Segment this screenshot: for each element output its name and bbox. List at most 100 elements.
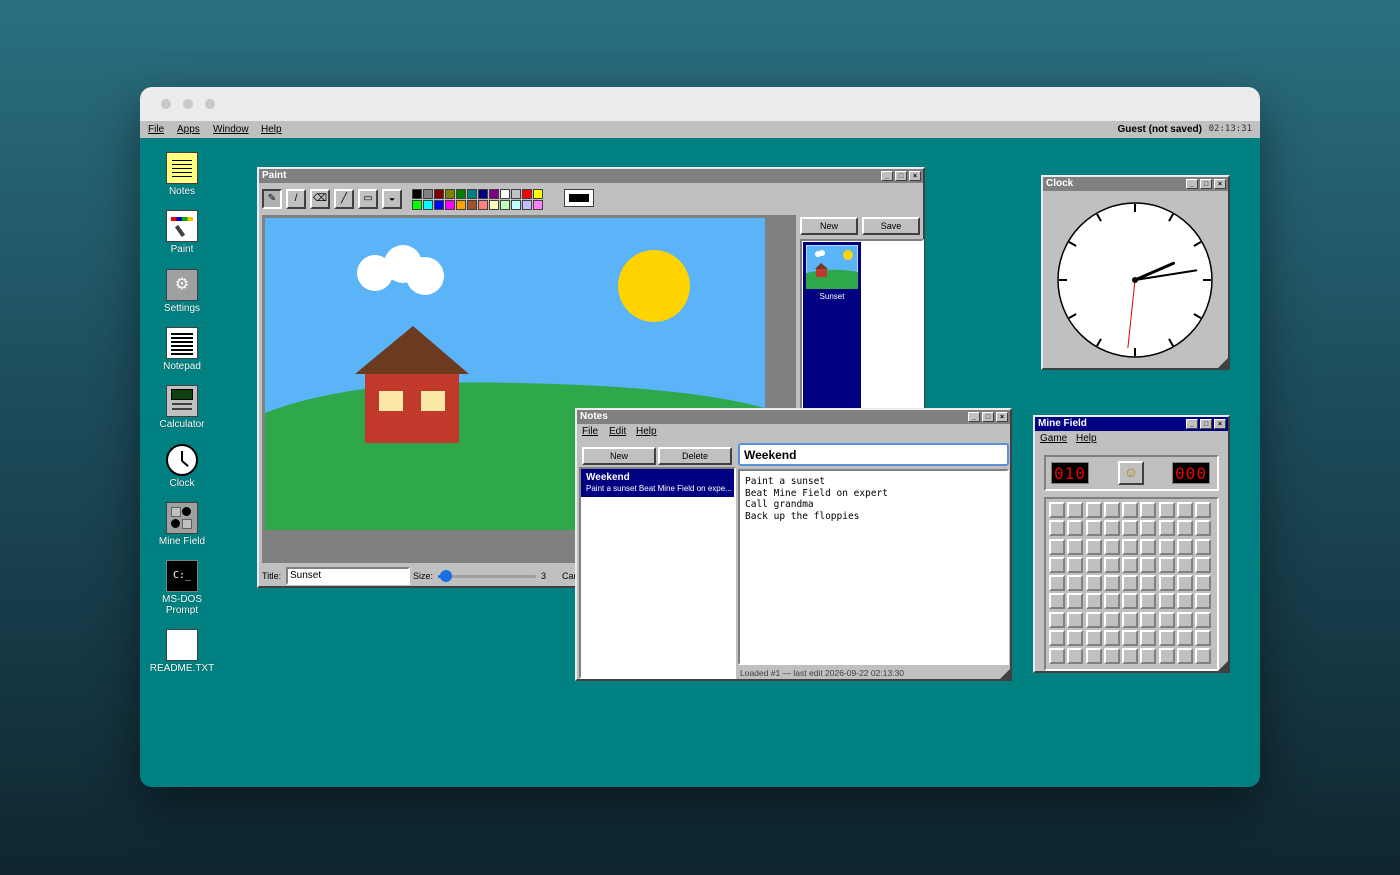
mine-cell[interactable] [1158, 611, 1175, 628]
mine-cell[interactable] [1103, 575, 1120, 592]
mine-cell[interactable] [1158, 575, 1175, 592]
mine-cell[interactable] [1140, 575, 1157, 592]
mine-cell[interactable] [1122, 575, 1139, 592]
maximize-button[interactable]: □ [895, 171, 907, 181]
minefield-titlebar[interactable]: Mine Field _ □ × [1035, 417, 1228, 431]
resize-grip[interactable] [1000, 669, 1010, 679]
line-icon[interactable]: ╱ [334, 189, 354, 209]
minimize-button[interactable]: _ [968, 412, 980, 422]
mine-cell[interactable] [1122, 630, 1139, 647]
maximize-button[interactable]: □ [982, 412, 994, 422]
mine-cell[interactable] [1122, 538, 1139, 555]
clock-titlebar[interactable]: Clock _ □ × [1043, 177, 1228, 191]
mine-cell[interactable] [1067, 502, 1084, 518]
note-title-input[interactable]: Weekend [738, 443, 1009, 466]
maximize-button[interactable]: □ [1200, 419, 1212, 429]
close-button[interactable]: × [996, 412, 1008, 422]
mine-cell[interactable] [1049, 538, 1065, 555]
mine-cell[interactable] [1103, 502, 1120, 518]
mine-cell[interactable] [1085, 502, 1102, 518]
mine-cell[interactable] [1085, 538, 1102, 555]
mine-cell[interactable] [1103, 611, 1120, 628]
paint-new-button[interactable]: New [800, 217, 858, 235]
mine-cell[interactable] [1067, 520, 1084, 537]
minimize-dot[interactable] [183, 99, 193, 109]
color-swatch[interactable] [434, 189, 444, 199]
notes-menu-file[interactable]: File [582, 426, 598, 437]
note-list-item[interactable]: Weekend Paint a sunset Beat Mine Field o… [581, 469, 734, 497]
mine-cell[interactable] [1158, 630, 1175, 647]
mine-cell[interactable] [1177, 575, 1194, 592]
mine-cell[interactable] [1103, 593, 1120, 610]
mine-cell[interactable] [1122, 556, 1139, 573]
mine-cell[interactable] [1140, 648, 1157, 665]
close-button[interactable]: × [1214, 419, 1226, 429]
color-swatch[interactable] [467, 200, 477, 210]
color-swatch[interactable] [445, 200, 455, 210]
resize-grip[interactable] [1218, 358, 1228, 368]
mine-cell[interactable] [1049, 520, 1065, 537]
menu-help[interactable]: Help [261, 124, 282, 135]
notes-delete-button[interactable]: Delete [658, 447, 732, 465]
menu-window[interactable]: Window [213, 124, 249, 135]
mine-cell[interactable] [1177, 593, 1194, 610]
mine-cell[interactable] [1067, 538, 1084, 555]
pencil-icon[interactable]: ✎ [262, 189, 282, 209]
color-swatch[interactable] [456, 189, 466, 199]
mine-cell[interactable] [1122, 520, 1139, 537]
mine-cell[interactable] [1140, 630, 1157, 647]
close-button[interactable]: × [909, 171, 921, 181]
color-swatch[interactable] [533, 189, 543, 199]
mine-cell[interactable] [1177, 538, 1194, 555]
mine-cell[interactable] [1158, 520, 1175, 537]
maximize-button[interactable]: □ [1200, 179, 1212, 189]
color-swatch[interactable] [434, 200, 444, 210]
mine-cell[interactable] [1067, 556, 1084, 573]
note-body-textarea[interactable]: Paint a sunset Beat Mine Field on expert… [738, 469, 1009, 665]
desktop-icon-msdos[interactable]: C:_ MS-DOS Prompt [147, 560, 217, 616]
color-swatch[interactable] [456, 200, 466, 210]
mine-cell[interactable] [1195, 611, 1212, 628]
desktop-icon-settings[interactable]: ⚙ Settings [147, 269, 217, 314]
color-swatch[interactable] [489, 200, 499, 210]
mine-cell[interactable] [1177, 648, 1194, 665]
current-color-well[interactable] [564, 189, 594, 207]
notes-menu-help[interactable]: Help [636, 426, 657, 437]
minefield-menu-help[interactable]: Help [1076, 433, 1097, 444]
mine-cell[interactable] [1140, 502, 1157, 518]
desktop-icon-calculator[interactable]: Calculator [147, 385, 217, 430]
mine-cell[interactable] [1085, 593, 1102, 610]
color-swatch[interactable] [423, 200, 433, 210]
mine-cell[interactable] [1049, 502, 1065, 518]
color-swatch[interactable] [445, 189, 455, 199]
color-swatch[interactable] [478, 189, 488, 199]
color-swatch[interactable] [423, 189, 433, 199]
close-dot[interactable] [161, 99, 171, 109]
paint-titlebar[interactable]: Paint _ □ × [259, 169, 923, 183]
notes-new-button[interactable]: New [582, 447, 656, 465]
desktop-icon-notes[interactable]: Notes [147, 152, 217, 197]
desktop-icon-clock[interactable]: Clock [147, 444, 217, 489]
color-swatch[interactable] [500, 189, 510, 199]
mine-cell[interactable] [1177, 630, 1194, 647]
mine-cell[interactable] [1067, 611, 1084, 628]
color-swatch[interactable] [522, 189, 532, 199]
paint-save-button[interactable]: Save [862, 217, 920, 235]
mine-cell[interactable] [1122, 648, 1139, 665]
color-swatch[interactable] [467, 189, 477, 199]
mine-cell[interactable] [1085, 630, 1102, 647]
mine-cell[interactable] [1140, 520, 1157, 537]
minimize-button[interactable]: _ [1186, 419, 1198, 429]
mine-cell[interactable] [1067, 630, 1084, 647]
color-swatch[interactable] [412, 200, 422, 210]
minimize-button[interactable]: _ [881, 171, 893, 181]
close-button[interactable]: × [1214, 179, 1226, 189]
color-swatch[interactable] [500, 200, 510, 210]
mine-cell[interactable] [1177, 502, 1194, 518]
mine-cell[interactable] [1177, 611, 1194, 628]
color-swatch[interactable] [511, 189, 521, 199]
mine-cell[interactable] [1177, 556, 1194, 573]
mine-cell[interactable] [1158, 502, 1175, 518]
size-slider-knob[interactable] [439, 570, 452, 582]
mine-cell[interactable] [1195, 575, 1212, 592]
